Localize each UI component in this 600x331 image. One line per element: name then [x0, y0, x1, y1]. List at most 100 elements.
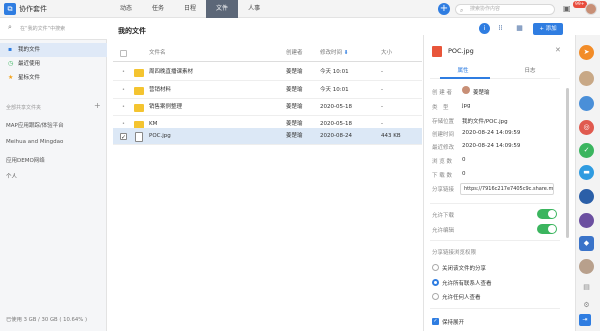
share-link-label: 分享链接 [432, 187, 455, 193]
check-icon[interactable]: ✓ [579, 143, 594, 158]
allow-edit-label: 允许编辑 [432, 228, 455, 234]
detail-scrollbar[interactable] [566, 88, 569, 238]
add-shared-folder-button[interactable]: + [94, 101, 101, 110]
prop-value-views: 0 [462, 157, 466, 163]
close-icon[interactable]: ✕ [555, 46, 561, 54]
grid-view-icon[interactable]: ▦ [514, 23, 525, 34]
table-header: 文件名 创建者 修改时间 ⬇ 大小 [113, 45, 422, 62]
folder-icon: ▪ [8, 46, 13, 53]
prop-value-modified: 2020-08-24 14:09:59 [462, 143, 521, 149]
radio-label[interactable]: 允许所有联系人查看 [442, 279, 492, 287]
add-button[interactable]: + 添加 [533, 23, 563, 35]
nav-item-calendar[interactable]: 日程 [174, 0, 206, 18]
info-icon[interactable]: i [479, 23, 490, 34]
prop-value-type: jpg [462, 103, 471, 109]
allow-download-toggle[interactable] [537, 209, 557, 219]
expand-icon[interactable]: • [122, 64, 125, 81]
expand-icon[interactable]: • [122, 99, 125, 116]
expand-icon[interactable]: • [122, 82, 125, 99]
radio-contacts-view[interactable] [432, 279, 439, 286]
prop-label: 创 建 者 [432, 90, 452, 96]
sidebar-project-item[interactable]: 个人 [6, 172, 17, 180]
contact-avatar[interactable] [579, 213, 594, 228]
app-logo-icon[interactable]: ⧉ [4, 3, 16, 15]
search-icon: ⌕ [460, 7, 464, 14]
share-scope-title: 分享链接浏览权限 [432, 250, 477, 256]
settings-icon[interactable]: ⚙ [579, 298, 594, 313]
prop-label: 浏 览 数 [432, 159, 452, 165]
tab-properties[interactable]: 属性 [428, 66, 498, 74]
select-all-checkbox[interactable] [120, 50, 127, 57]
creator-avatar [462, 86, 470, 94]
column-header-name[interactable]: 文件名 [149, 45, 166, 62]
storage-usage: 已使用 3 GB / 30 GB ( 10.64% ) [6, 317, 88, 323]
global-search-input[interactable]: ⌕ 搜索协作内容 [455, 4, 555, 15]
prop-label: 下 载 数 [432, 173, 452, 179]
collapse-panel-icon[interactable]: ⇥ [579, 314, 591, 326]
radio-anyone-view[interactable] [432, 293, 439, 300]
send-icon[interactable]: ➤ [579, 45, 594, 60]
table-row-selected[interactable]: POC.jpg 姜楚瑜 2020-08-24 443 KB [113, 128, 422, 146]
prop-label: 最近修改 [432, 145, 455, 151]
sidebar-item-recent[interactable]: ◷ 最近使用 [0, 57, 107, 71]
table-row[interactable]: • 营销材料 姜楚瑜 今天 10:01 - [113, 82, 422, 99]
search-icon: ⌕ [8, 23, 12, 31]
folder-icon [134, 69, 144, 77]
prop-value-creator: 姜楚瑜 [473, 90, 490, 96]
sort-down-icon: ⬇ [343, 50, 349, 56]
table-row[interactable]: • 周四晚直播课素材 姜楚瑜 今天 10:01 - [113, 64, 422, 81]
create-plus-button[interactable]: + [438, 3, 450, 15]
shared-section-label: 全部共享文件夹 [6, 105, 42, 111]
app-name[interactable]: 协作套件 [19, 4, 47, 14]
active-tab-indicator [440, 77, 490, 79]
tab-log[interactable]: 日志 [495, 66, 565, 74]
notification-bell-icon[interactable]: ▣ [563, 4, 572, 14]
clock-icon: ◷ [8, 60, 14, 67]
user-avatar[interactable] [585, 3, 597, 15]
column-header-time[interactable]: 修改时间 ⬇ [320, 45, 348, 62]
nav-item-hr[interactable]: 人事 [238, 0, 270, 18]
sidebar-item-my-files[interactable]: ▪ 我的文件 [0, 43, 107, 57]
sidebar-search-input[interactable]: ⌕ 在“我的文件”中搜索 [0, 18, 107, 40]
sidebar-project-item[interactable]: MAP应用跟踪/体验平台 [6, 121, 64, 129]
prop-value-created: 2020-08-24 14:09:59 [462, 130, 521, 136]
prop-value-location[interactable]: 我的文件/POC.jpg [462, 117, 508, 125]
app-shield-icon[interactable]: ◆ [579, 236, 594, 251]
radio-label[interactable]: 允许任何人查看 [442, 293, 481, 301]
folder-icon [134, 104, 144, 112]
keep-open-label[interactable]: 保持展开 [442, 318, 464, 326]
nav-item-tasks[interactable]: 任务 [142, 0, 174, 18]
main-nav: 动态 任务 日程 文件 人事 [110, 0, 270, 18]
allow-download-label: 允许下载 [432, 213, 455, 219]
contact-avatar[interactable] [579, 189, 594, 204]
image-file-icon [432, 46, 442, 57]
radio-label[interactable]: 关闭该文件的分享 [442, 264, 486, 272]
target-icon[interactable]: ◎ [579, 120, 594, 135]
column-header-size[interactable]: 大小 [381, 45, 392, 62]
view-toggle-icon[interactable]: ⁞⁞ [495, 23, 506, 34]
prop-label: 存储位置 [432, 119, 455, 125]
radio-close-share[interactable] [432, 264, 439, 271]
share-link-field[interactable]: https://7916c217e7405c9c.share.m [460, 183, 554, 195]
sidebar-project-item[interactable]: Meihua and Mingdao [6, 139, 63, 145]
table-row[interactable]: • 销售案例整理 姜楚瑜 2020-05-18 - [113, 99, 422, 116]
star-icon: ★ [8, 74, 14, 81]
prop-value-downloads: 0 [462, 171, 466, 177]
divider [430, 203, 560, 204]
sidebar-project-item[interactable]: 应用DEMO网络 [6, 156, 45, 164]
contact-avatar[interactable] [579, 96, 594, 111]
detail-filename: POC.jpg [448, 47, 474, 55]
nav-item-feed[interactable]: 动态 [110, 0, 142, 18]
sidebar-item-starred[interactable]: ★ 星标文件 [0, 71, 107, 85]
row-checkbox[interactable] [120, 129, 127, 146]
contact-avatar[interactable] [579, 259, 594, 274]
allow-edit-toggle[interactable] [537, 224, 557, 234]
image-file-icon [135, 132, 143, 142]
nav-item-files[interactable]: 文件 [206, 0, 239, 18]
keep-open-checkbox[interactable]: ✓ [432, 318, 439, 325]
contact-avatar[interactable] [579, 71, 594, 86]
chat-icon[interactable]: ▬ [579, 165, 594, 180]
apps-grid-icon[interactable]: ▤ [579, 280, 594, 295]
prop-label: 创建时间 [432, 132, 455, 138]
column-header-creator[interactable]: 创建者 [286, 45, 303, 62]
